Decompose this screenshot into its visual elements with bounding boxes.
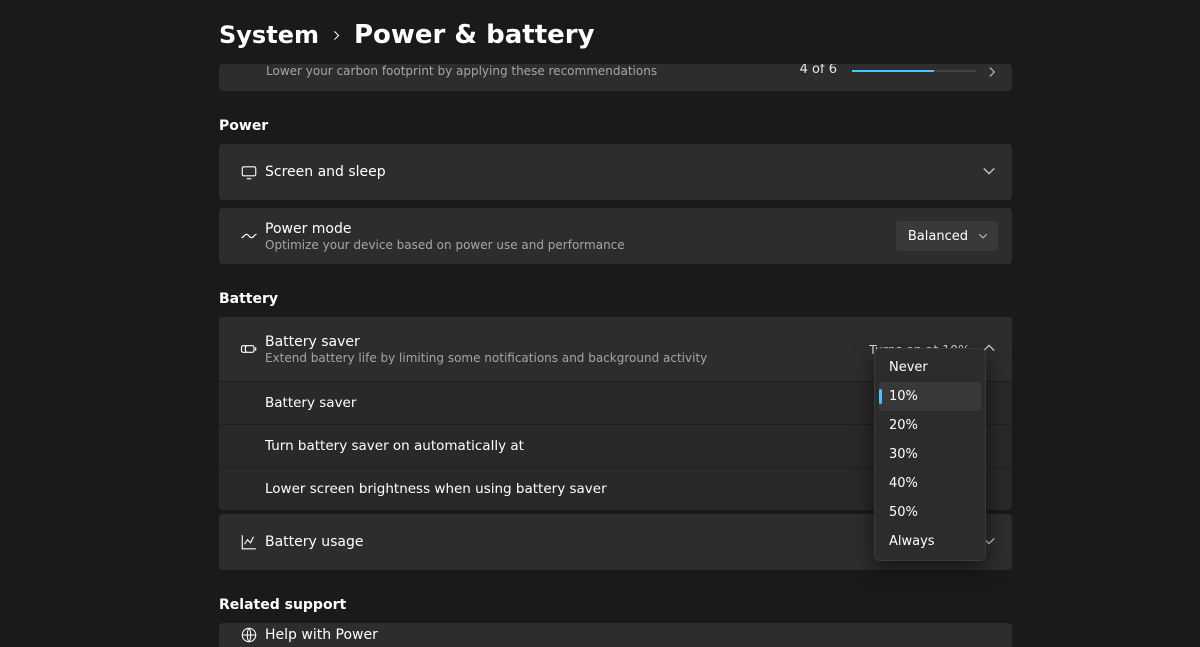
dropdown-option-20[interactable]: 20%: [879, 411, 981, 440]
power-mode-select[interactable]: Balanced: [896, 221, 998, 251]
dropdown-option-10[interactable]: 10%: [879, 382, 981, 411]
power-mode-icon: [233, 226, 265, 246]
dropdown-option-40[interactable]: 40%: [879, 469, 981, 498]
section-title-power: Power: [219, 118, 1012, 134]
screen-and-sleep-row[interactable]: Screen and sleep: [219, 144, 1012, 200]
power-mode-desc: Optimize your device based on power use …: [265, 238, 625, 252]
help-with-power-label: Help with Power: [265, 627, 378, 643]
energy-recommendations-card[interactable]: Lower your carbon footprint by applying …: [219, 64, 1012, 91]
lower-brightness-label: Lower screen brightness when using batte…: [265, 481, 607, 497]
section-title-related: Related support: [219, 597, 1012, 613]
chart-icon: [233, 533, 265, 551]
monitor-icon: [233, 163, 265, 181]
screen-and-sleep-label: Screen and sleep: [265, 164, 386, 180]
section-title-battery: Battery: [219, 291, 1012, 307]
dropdown-option-never[interactable]: Never: [879, 353, 981, 382]
energy-recommendations-status: 4 of 6: [800, 64, 837, 77]
chevron-down-icon: [982, 164, 998, 180]
globe-icon: [233, 626, 265, 644]
auto-battery-saver-dropdown[interactable]: Never 10% 20% 30% 40% 50% Always: [874, 348, 986, 561]
battery-saver-desc: Extend battery life by limiting some not…: [265, 351, 707, 365]
dropdown-option-always[interactable]: Always: [879, 527, 981, 556]
breadcrumb: System Power & battery: [219, 0, 1012, 64]
breadcrumb-parent[interactable]: System: [219, 21, 319, 49]
dropdown-option-50[interactable]: 50%: [879, 498, 981, 527]
power-mode-row[interactable]: Power mode Optimize your device based on…: [219, 208, 1012, 264]
chevron-right-icon: [331, 26, 342, 45]
power-mode-value: Balanced: [908, 229, 968, 244]
progress-bar: [852, 70, 976, 72]
battery-saver-icon: [233, 339, 265, 359]
battery-usage-label: Battery usage: [265, 534, 364, 550]
battery-saver-label: Battery saver: [265, 334, 707, 350]
power-mode-label: Power mode: [265, 221, 625, 237]
dropdown-option-30[interactable]: 30%: [879, 440, 981, 469]
energy-recommendations-desc: Lower your carbon footprint by applying …: [266, 64, 657, 85]
battery-saver-toggle-label: Battery saver: [265, 395, 356, 411]
chevron-right-icon: [986, 64, 998, 82]
chevron-down-icon: [978, 230, 988, 245]
help-with-power-row[interactable]: Help with Power: [219, 623, 1012, 647]
auto-battery-saver-label: Turn battery saver on automatically at: [265, 438, 524, 454]
page-title: Power & battery: [354, 20, 595, 50]
